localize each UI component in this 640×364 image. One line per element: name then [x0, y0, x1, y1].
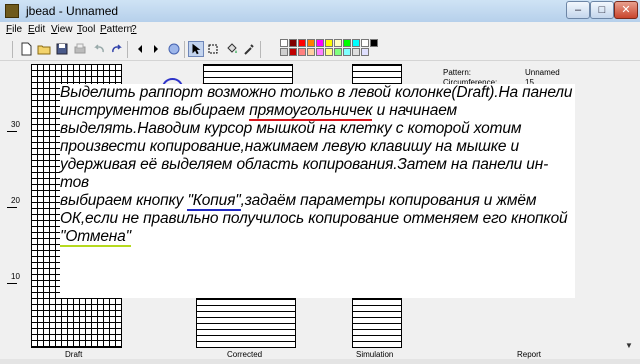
ruler-tick: [7, 283, 17, 284]
menu-bar: File Edit View Tool Pattern ?: [0, 22, 640, 38]
minimize-button[interactable]: –: [566, 1, 590, 19]
color-swatch[interactable]: [352, 48, 360, 56]
save-icon[interactable]: [54, 41, 70, 57]
note-cancel-word: "Отмена": [60, 228, 131, 247]
menu-pattern[interactable]: Pattern: [100, 24, 132, 35]
title-bar: jbead - Unnamed – □ ✕: [0, 0, 640, 23]
color-swatch[interactable]: [289, 48, 297, 56]
ruler-tick: [7, 207, 17, 208]
color-swatch[interactable]: [298, 48, 306, 56]
color-swatch[interactable]: [370, 39, 378, 47]
ruler-tick: [7, 131, 17, 132]
color-palette[interactable]: [280, 39, 456, 59]
color-swatch[interactable]: [298, 39, 306, 47]
note-line: выделять.Наводим курсор мышкой на клетку…: [60, 120, 522, 137]
pointer-icon[interactable]: [188, 41, 204, 57]
arrow-right-icon[interactable]: [148, 41, 164, 57]
color-swatch[interactable]: [307, 48, 315, 56]
toolbar: [0, 38, 640, 98]
instruction-note: Выделить раппорт возможно только в левой…: [60, 84, 575, 298]
color-swatch[interactable]: [316, 48, 324, 56]
color-picker-icon[interactable]: [241, 41, 257, 57]
corrected-top-strip[interactable]: [203, 64, 293, 86]
menu-tool[interactable]: Tool: [77, 24, 95, 35]
note-line: удерживая её выделяем область копировани…: [60, 156, 549, 191]
redo-icon[interactable]: [109, 41, 125, 57]
maximize-button[interactable]: □: [590, 1, 614, 19]
undo-icon[interactable]: [91, 41, 107, 57]
toolbar-separator: [184, 41, 185, 58]
note-copy-word: "Копия": [187, 192, 241, 211]
corrected-bottom-strip[interactable]: [196, 298, 296, 348]
status-bar: [0, 359, 640, 364]
note-line: инструментов выбираем: [60, 102, 250, 119]
menu-view[interactable]: View: [51, 24, 73, 35]
note-rectangle-word: прямоугольничек: [249, 102, 373, 121]
simulation-label: Simulation: [356, 350, 394, 359]
open-folder-icon[interactable]: [36, 41, 52, 57]
window-title: jbead - Unnamed: [26, 4, 119, 18]
simulation-bottom-strip[interactable]: [352, 298, 402, 348]
color-swatch[interactable]: [343, 39, 351, 47]
close-button[interactable]: ✕: [614, 1, 638, 19]
color-swatch[interactable]: [307, 39, 315, 47]
note-line: ,задаём параметры копирования и жмём: [240, 192, 537, 209]
color-swatch[interactable]: [334, 48, 342, 56]
color-swatch[interactable]: [361, 39, 369, 47]
color-swatch[interactable]: [352, 39, 360, 47]
menu-help[interactable]: ?: [131, 24, 137, 35]
note-line: Выделить раппорт возможно только в левой…: [60, 84, 573, 101]
toolbar-separator: [127, 41, 128, 58]
report-label: Pattern:: [443, 68, 472, 77]
select-rectangle-icon[interactable]: [205, 41, 221, 57]
report-label: Report: [517, 350, 542, 359]
color-swatch[interactable]: [343, 48, 351, 56]
color-swatch[interactable]: [280, 48, 288, 56]
fill-icon[interactable]: [224, 41, 240, 57]
note-line: и начинаем: [372, 102, 458, 119]
ruler-label: 10: [11, 272, 20, 281]
report-value: Unnamed: [525, 68, 560, 77]
note-line: ОК,если не правильно получилось копирова…: [60, 210, 568, 227]
color-swatch[interactable]: [289, 39, 297, 47]
corrected-label: Corrected: [227, 350, 263, 359]
new-file-icon[interactable]: [18, 41, 34, 57]
print-icon[interactable]: [72, 41, 88, 57]
color-swatch[interactable]: [325, 48, 333, 56]
color-swatch[interactable]: [280, 39, 288, 47]
toolbar-grip: [12, 41, 13, 58]
menu-file[interactable]: File: [6, 24, 22, 35]
simulation-top-strip[interactable]: [352, 64, 402, 86]
scroll-down-arrow[interactable]: ▼: [625, 341, 633, 350]
ruler-label: 30: [11, 120, 20, 129]
ruler-label: 20: [11, 196, 20, 205]
color-swatch[interactable]: [361, 48, 369, 56]
zoom-icon[interactable]: [166, 41, 182, 57]
note-line: произвести копирование,нажимаем левую кл…: [60, 138, 519, 155]
draft-label: Draft: [65, 350, 83, 359]
arrow-left-icon[interactable]: [132, 41, 148, 57]
instruction-text: Выделить раппорт возможно только в левой…: [60, 84, 575, 247]
note-line: выбираем кнопку: [60, 192, 188, 209]
color-swatch[interactable]: [325, 39, 333, 47]
color-swatch[interactable]: [334, 39, 342, 47]
app-icon: [5, 4, 19, 18]
color-swatch[interactable]: [316, 39, 324, 47]
toolbar-separator: [260, 41, 261, 58]
menu-edit[interactable]: Edit: [28, 24, 45, 35]
